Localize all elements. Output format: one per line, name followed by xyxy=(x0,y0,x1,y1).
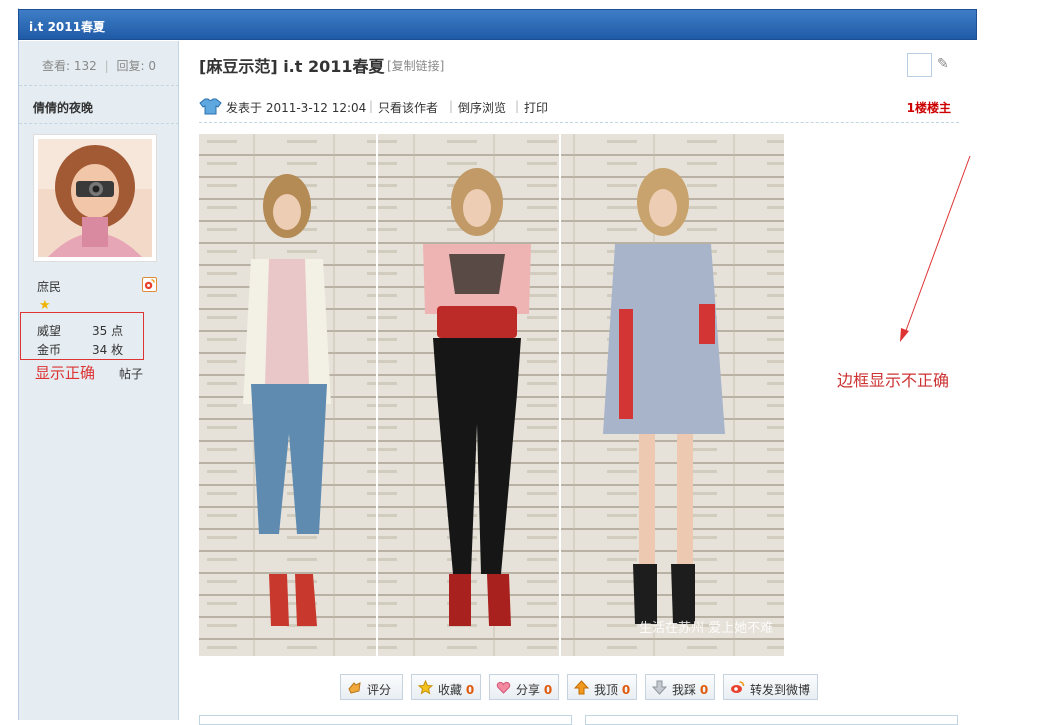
arrow-up-icon xyxy=(574,680,589,695)
replies-count: 0 xyxy=(148,59,156,73)
views-label: 查看: xyxy=(42,59,71,73)
share-label: 分享 xyxy=(516,683,541,697)
downvote-label: 我踩 xyxy=(672,683,697,697)
annotation-arrow xyxy=(900,155,971,342)
shirt-icon xyxy=(199,98,222,115)
stats-separator: | xyxy=(104,59,109,73)
avatar-image xyxy=(38,139,152,257)
weibo-icon[interactable] xyxy=(142,277,157,292)
weibo-forward-button[interactable]: 转发到微博 xyxy=(723,674,818,700)
downvote-count: 0 xyxy=(699,683,709,697)
border-incorrect-annotation: 边框显示不正确 xyxy=(837,371,950,390)
weibo-icon xyxy=(731,681,745,693)
bottom-panel-left xyxy=(199,715,572,725)
heart-icon xyxy=(496,681,511,694)
thread-title-bar: i.t 2011春夏 xyxy=(18,9,977,40)
upvote-count: 0 xyxy=(621,683,631,697)
info-row-prestige: 威望 35 点 xyxy=(37,322,123,339)
info-label: 金币 xyxy=(37,343,62,357)
photo-watermark: 生活在苏州 爱上她不难 xyxy=(639,620,773,636)
rate-label: 评分 xyxy=(367,683,392,697)
posts-label[interactable]: 帖子 xyxy=(119,365,143,382)
arrow-down-icon xyxy=(652,680,667,695)
reverse-order-link[interactable]: 倒序浏览 xyxy=(458,99,506,116)
rate-icon xyxy=(348,682,361,694)
downvote-button[interactable]: 我踩 0 xyxy=(645,674,715,700)
thread-stats: 查看: 132 | 回复: 0 xyxy=(19,57,179,74)
info-value: 34 枚 xyxy=(92,343,124,357)
thread-title: i.t 2011春夏 xyxy=(29,20,105,34)
author-name[interactable]: 倩倩的夜晚 xyxy=(33,99,93,116)
weibo-forward-label: 转发到微博 xyxy=(750,683,811,697)
share-count: 0 xyxy=(543,683,553,697)
favorite-label: 收藏 xyxy=(438,683,463,697)
post-tool-box[interactable] xyxy=(907,53,932,77)
meta-separator: | xyxy=(369,99,374,113)
meta-separator: | xyxy=(515,99,520,113)
floor-label: 1楼楼主 xyxy=(906,101,951,115)
post-title: [麻豆示范] i.t 2011春夏 xyxy=(199,57,385,76)
avatar[interactable] xyxy=(33,134,157,262)
print-link[interactable]: 打印 xyxy=(524,99,548,116)
sidebar-divider xyxy=(19,123,179,124)
rate-button[interactable]: 评分 xyxy=(340,674,403,700)
user-rank: 庶民 xyxy=(37,280,62,294)
sidebar-divider xyxy=(19,85,179,86)
star-icon xyxy=(418,680,433,695)
wrench-icon[interactable]: ✎ xyxy=(937,56,949,72)
replies-label: 回复: xyxy=(116,59,145,73)
post-meta-bar: 发表于 2011-3-12 12:04 | 只看该作者 | 倒序浏览 | 打印 … xyxy=(199,95,959,123)
post-photo[interactable]: 生活在苏州 爱上她不难 xyxy=(199,134,784,656)
meta-separator: | xyxy=(449,99,454,113)
display-correct-annotation: 显示正确 xyxy=(35,364,96,382)
info-row-coins: 金币 34 枚 xyxy=(37,341,123,358)
star-icon: ★ xyxy=(39,298,51,313)
views-count: 132 xyxy=(73,59,97,73)
post-time: 发表于 2011-3-12 12:04 xyxy=(226,101,367,115)
info-label: 威望 xyxy=(37,324,62,338)
copy-link[interactable]: [复制链接] xyxy=(387,57,444,74)
upvote-button[interactable]: 我顶 0 xyxy=(567,674,637,700)
favorite-button[interactable]: 收藏 0 xyxy=(411,674,481,700)
bottom-panel-right xyxy=(585,715,958,725)
info-value: 35 点 xyxy=(92,324,124,338)
share-button[interactable]: 分享 0 xyxy=(489,674,559,700)
upvote-label: 我顶 xyxy=(594,683,619,697)
author-sidebar: 查看: 132 | 回复: 0 倩倩的夜晚 庶民 ★ 威望 35 点 金币 34… xyxy=(19,41,179,720)
favorite-count: 0 xyxy=(465,683,475,697)
only-author-link[interactable]: 只看该作者 xyxy=(378,99,438,116)
